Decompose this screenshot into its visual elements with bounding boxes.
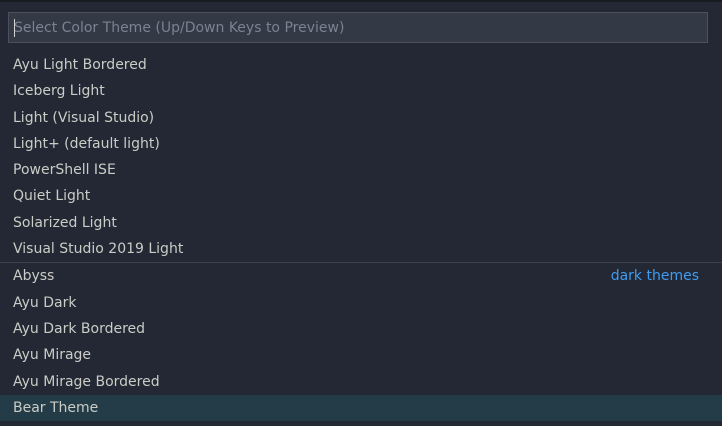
theme-item-label: PowerShell ISE	[13, 162, 116, 179]
color-theme-picker: Ayu Light Bordered Iceberg Light Light (…	[0, 0, 722, 426]
theme-item-ayu-light-bordered[interactable]: Ayu Light Bordered	[0, 52, 722, 78]
theme-item-bear-theme[interactable]: Bear Theme	[0, 394, 722, 422]
group-label-dark-themes: dark themes	[610, 268, 699, 285]
theme-item-label: Ayu Dark Bordered	[13, 320, 146, 337]
theme-item-iceberg-light[interactable]: Iceberg Light	[0, 78, 722, 104]
theme-item-label: Light (Visual Studio)	[13, 109, 155, 126]
theme-item-label: Visual Studio 2019 Light	[13, 241, 184, 258]
theme-item-quiet-light[interactable]: Quiet Light	[0, 183, 722, 209]
theme-item-solarized-light[interactable]: Solarized Light	[0, 210, 722, 236]
theme-item-visual-studio-2019-light[interactable]: Visual Studio 2019 Light	[0, 236, 722, 262]
search-box[interactable]	[8, 12, 708, 43]
theme-item-label: Ayu Light Bordered	[13, 57, 147, 73]
theme-item-label: Solarized Light	[13, 214, 117, 231]
theme-item-light-visual-studio[interactable]: Light (Visual Studio)	[0, 105, 722, 131]
theme-item-label: Bear Theme	[13, 399, 99, 416]
theme-item-label: Ayu Mirage Bordered	[13, 373, 160, 390]
text-caret	[14, 19, 15, 37]
theme-item-ayu-mirage-bordered[interactable]: Ayu Mirage Bordered	[0, 369, 722, 395]
theme-item-ayu-mirage[interactable]: Ayu Mirage	[0, 342, 722, 368]
theme-item-label: Quiet Light	[13, 188, 91, 205]
theme-list: Ayu Light Bordered Iceberg Light Light (…	[0, 52, 722, 422]
search-input[interactable]	[9, 13, 707, 42]
theme-item-label: Iceberg Light	[13, 83, 105, 100]
theme-item-label: Ayu Dark	[13, 294, 77, 311]
theme-item-powershell-ise[interactable]: PowerShell ISE	[0, 157, 722, 183]
theme-item-abyss[interactable]: Abyss dark themes	[0, 262, 722, 289]
theme-item-label: Light+ (default light)	[13, 135, 160, 152]
theme-item-ayu-dark[interactable]: Ayu Dark	[0, 290, 722, 316]
theme-item-label: Ayu Mirage	[13, 347, 92, 364]
theme-item-light-plus[interactable]: Light+ (default light)	[0, 131, 722, 157]
theme-item-ayu-dark-bordered[interactable]: Ayu Dark Bordered	[0, 316, 722, 342]
theme-item-label: Abyss	[13, 268, 55, 285]
